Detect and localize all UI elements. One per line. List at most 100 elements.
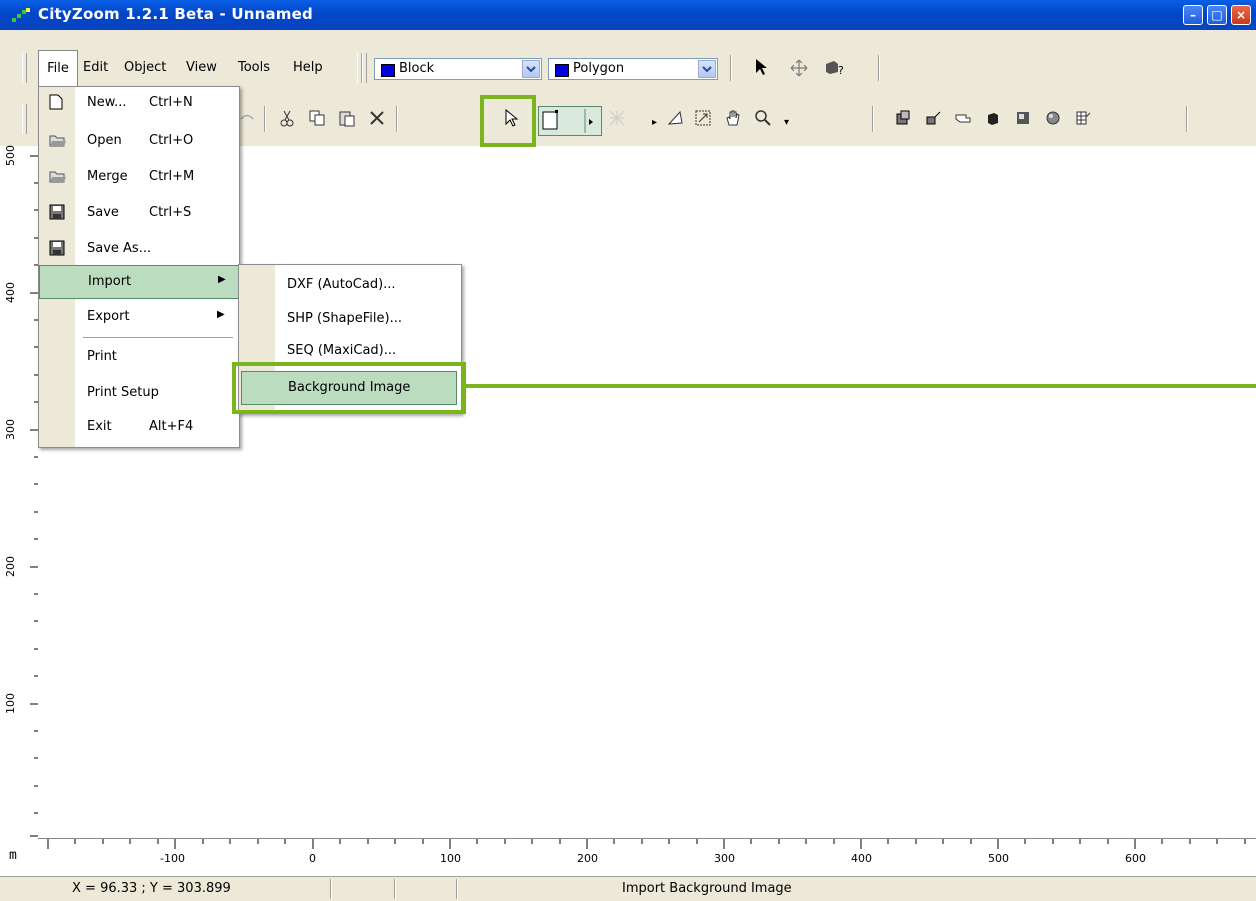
menu-object[interactable]: Object: [124, 50, 166, 86]
toolbar-separator: [396, 106, 398, 132]
ruler-corner: [0, 838, 38, 876]
pen-icon[interactable]: [664, 109, 686, 131]
cut-icon[interactable]: [276, 109, 298, 131]
menu-item-merge[interactable]: Merge Ctrl+M: [39, 161, 239, 195]
new-document-icon: [49, 94, 63, 114]
minimize-button[interactable]: –: [1183, 5, 1203, 25]
menu-item-print-setup[interactable]: Print Setup: [39, 377, 239, 411]
toolbar-separator: [264, 106, 266, 132]
shape-type-combo[interactable]: Polygon: [548, 58, 718, 80]
menu-item-save-as[interactable]: Save As...: [39, 233, 239, 267]
block-edit-icon[interactable]: [922, 109, 944, 131]
menu-item-save[interactable]: Save Ctrl+S: [39, 197, 239, 231]
toolbar-separator: [872, 106, 874, 132]
cursor-coordinates: X = 96.33 ; Y = 303.899: [72, 881, 231, 896]
window-title: CityZoom 1.2.1 Beta - Unnamed: [38, 5, 313, 23]
file-menu-dropdown: New... Ctrl+N Open Ctrl+O Merge Ctrl+M S…: [38, 86, 240, 448]
dropdown-dot-icon[interactable]: ▾: [784, 117, 789, 128]
color-swatch: [381, 64, 395, 77]
menu-item-exit[interactable]: Exit Alt+F4: [39, 411, 239, 445]
copy-icon[interactable]: [306, 109, 328, 131]
submenu-item-dxf[interactable]: DXF (AutoCad)...: [239, 269, 461, 303]
rectangle-draw-icon: [542, 109, 593, 133]
toolbar-grip[interactable]: [362, 53, 367, 83]
toolbar-separator: [730, 55, 732, 81]
dropdown-arrow-icon[interactable]: [698, 60, 716, 78]
zoom-extents-icon[interactable]: [692, 109, 714, 131]
x-tick-label: 500: [988, 852, 1009, 865]
table-edit-icon[interactable]: [1072, 109, 1094, 131]
close-button[interactable]: ×: [1231, 5, 1251, 25]
status-bar: X = 96.33 ; Y = 303.899 Import Backgroun…: [0, 876, 1256, 901]
status-message: Import Background Image: [622, 881, 792, 896]
toolbar-grip[interactable]: [22, 53, 27, 83]
highlight-box-background-image: [232, 362, 466, 414]
menu-item-new[interactable]: New... Ctrl+N: [39, 87, 239, 121]
x-tick-label: 0: [309, 852, 316, 865]
x-tick-label: 100: [440, 852, 461, 865]
shape-type-value: Polygon: [573, 61, 625, 76]
menu-view[interactable]: View: [186, 50, 217, 86]
y-tick-label: 200: [4, 556, 17, 577]
menu-bar: File Edit Object View Tools Help: [38, 50, 368, 88]
cube-icon[interactable]: [982, 109, 1004, 131]
maximize-button[interactable]: □: [1207, 5, 1227, 25]
object-query-icon[interactable]: ?: [824, 58, 846, 80]
menu-tools[interactable]: Tools: [238, 50, 270, 86]
building-view-icon[interactable]: [892, 109, 914, 131]
x-tick-label: -100: [160, 852, 185, 865]
horizontal-ruler: [38, 838, 1256, 877]
sphere-icon[interactable]: [1042, 109, 1064, 131]
toolbar-separator: [878, 55, 880, 81]
color-swatch: [555, 64, 569, 77]
floppy-save-icon: [49, 204, 65, 224]
pan-hand-icon[interactable]: [722, 109, 744, 131]
dropdown-arrow-icon[interactable]: [522, 60, 540, 78]
draw-shape-button[interactable]: [538, 106, 602, 136]
menu-file[interactable]: File: [38, 50, 78, 88]
toolbar-separator: [1186, 106, 1188, 132]
submenu-item-shp[interactable]: SHP (ShapeFile)...: [239, 303, 461, 337]
x-tick-label: 200: [577, 852, 598, 865]
pointing-hand-icon[interactable]: [952, 109, 974, 131]
paste-icon[interactable]: [336, 109, 358, 131]
submenu-arrow-icon: ▶: [217, 309, 225, 320]
status-separator: [394, 879, 396, 899]
y-tick-label: 400: [4, 282, 17, 303]
hatch-icon[interactable]: [606, 109, 628, 131]
menu-separator: [83, 337, 233, 338]
y-tick-label: 500: [4, 145, 17, 166]
panel-icon[interactable]: [1012, 109, 1034, 131]
y-tick-label: 300: [4, 419, 17, 440]
toolbar-grip[interactable]: [22, 104, 27, 134]
app-icon: [12, 8, 30, 22]
status-separator: [456, 879, 458, 899]
object-type-value: Block: [399, 61, 435, 76]
menu-edit[interactable]: Edit: [83, 50, 108, 86]
menu-item-open[interactable]: Open Ctrl+O: [39, 125, 239, 159]
menu-item-import[interactable]: Import ▶: [39, 265, 239, 299]
unit-label: m: [9, 848, 17, 863]
zoom-icon[interactable]: [752, 109, 774, 131]
folder-open-icon: [49, 132, 67, 151]
status-separator: [330, 879, 332, 899]
highlight-connector-line: [466, 384, 1256, 388]
svg-text:?: ?: [838, 64, 844, 76]
x-tick-label: 300: [714, 852, 735, 865]
move-icon[interactable]: [788, 58, 810, 80]
x-tick-label: 600: [1125, 852, 1146, 865]
x-tick-label: 400: [851, 852, 872, 865]
y-tick-label: 100: [4, 693, 17, 714]
object-type-combo[interactable]: Block: [374, 58, 542, 80]
select-arrow-icon[interactable]: [750, 58, 772, 80]
dropdown-dot-icon[interactable]: ▸: [652, 117, 657, 128]
highlight-box-pointer: [480, 95, 536, 147]
floppy-save-as-icon: [49, 240, 65, 260]
folder-merge-icon: [49, 168, 67, 187]
menu-item-print[interactable]: Print: [39, 341, 239, 375]
vertical-ruler: 500 400 300 200 100: [0, 145, 39, 838]
menu-item-export[interactable]: Export ▶: [39, 301, 239, 335]
submenu-arrow-icon: ▶: [218, 274, 226, 285]
menu-help[interactable]: Help: [293, 50, 323, 86]
delete-icon[interactable]: [366, 109, 388, 131]
